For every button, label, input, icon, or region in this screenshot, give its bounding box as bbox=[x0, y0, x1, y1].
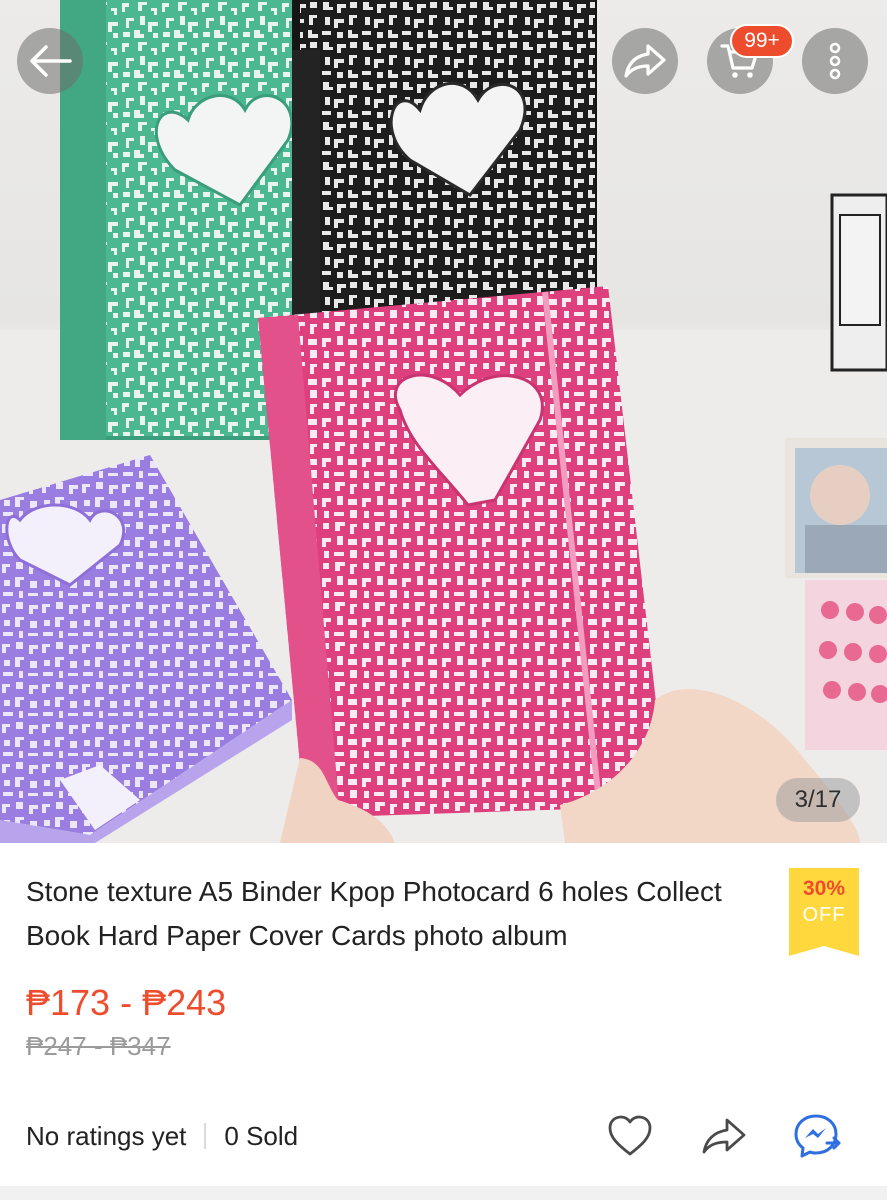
ratings-text: No ratings yet bbox=[26, 1120, 187, 1151]
original-price-range: ₱247 - ₱347 bbox=[26, 1031, 171, 1061]
more-options-button[interactable] bbox=[802, 28, 868, 94]
price-range: ₱173 - ₱243 bbox=[26, 982, 227, 1023]
share-button[interactable] bbox=[612, 28, 678, 94]
share-forward-icon bbox=[624, 44, 666, 78]
back-button[interactable] bbox=[17, 28, 83, 94]
product-image-gallery[interactable]: 99+ 3/17 bbox=[0, 0, 887, 843]
discount-badge: 30% OFF bbox=[789, 868, 859, 956]
image-counter: 3/17 bbox=[776, 778, 860, 822]
chat-button[interactable] bbox=[790, 1110, 846, 1162]
messenger-chat-icon bbox=[794, 1114, 841, 1158]
share-arrow-icon bbox=[702, 1118, 746, 1154]
product-stats: No ratings yet 0 Sold bbox=[26, 1116, 298, 1156]
product-photo bbox=[0, 0, 887, 843]
share-product-button[interactable] bbox=[696, 1110, 752, 1162]
discount-percent: 30% bbox=[802, 877, 846, 900]
divider bbox=[204, 1123, 207, 1149]
cart-count-badge: 99+ bbox=[730, 24, 794, 58]
arrow-left-icon bbox=[30, 45, 72, 77]
black-binder bbox=[292, 0, 597, 330]
section-divider bbox=[0, 1186, 887, 1200]
like-button[interactable] bbox=[602, 1110, 658, 1162]
product-title: Stone texture A5 Binder Kpop Photocard 6… bbox=[26, 876, 722, 951]
pink-binder bbox=[258, 286, 668, 818]
discount-label: OFF bbox=[802, 904, 846, 926]
vertical-dots-icon bbox=[829, 42, 841, 80]
heart-outline-icon bbox=[608, 1115, 652, 1156]
sold-count: 0 Sold bbox=[224, 1120, 299, 1151]
